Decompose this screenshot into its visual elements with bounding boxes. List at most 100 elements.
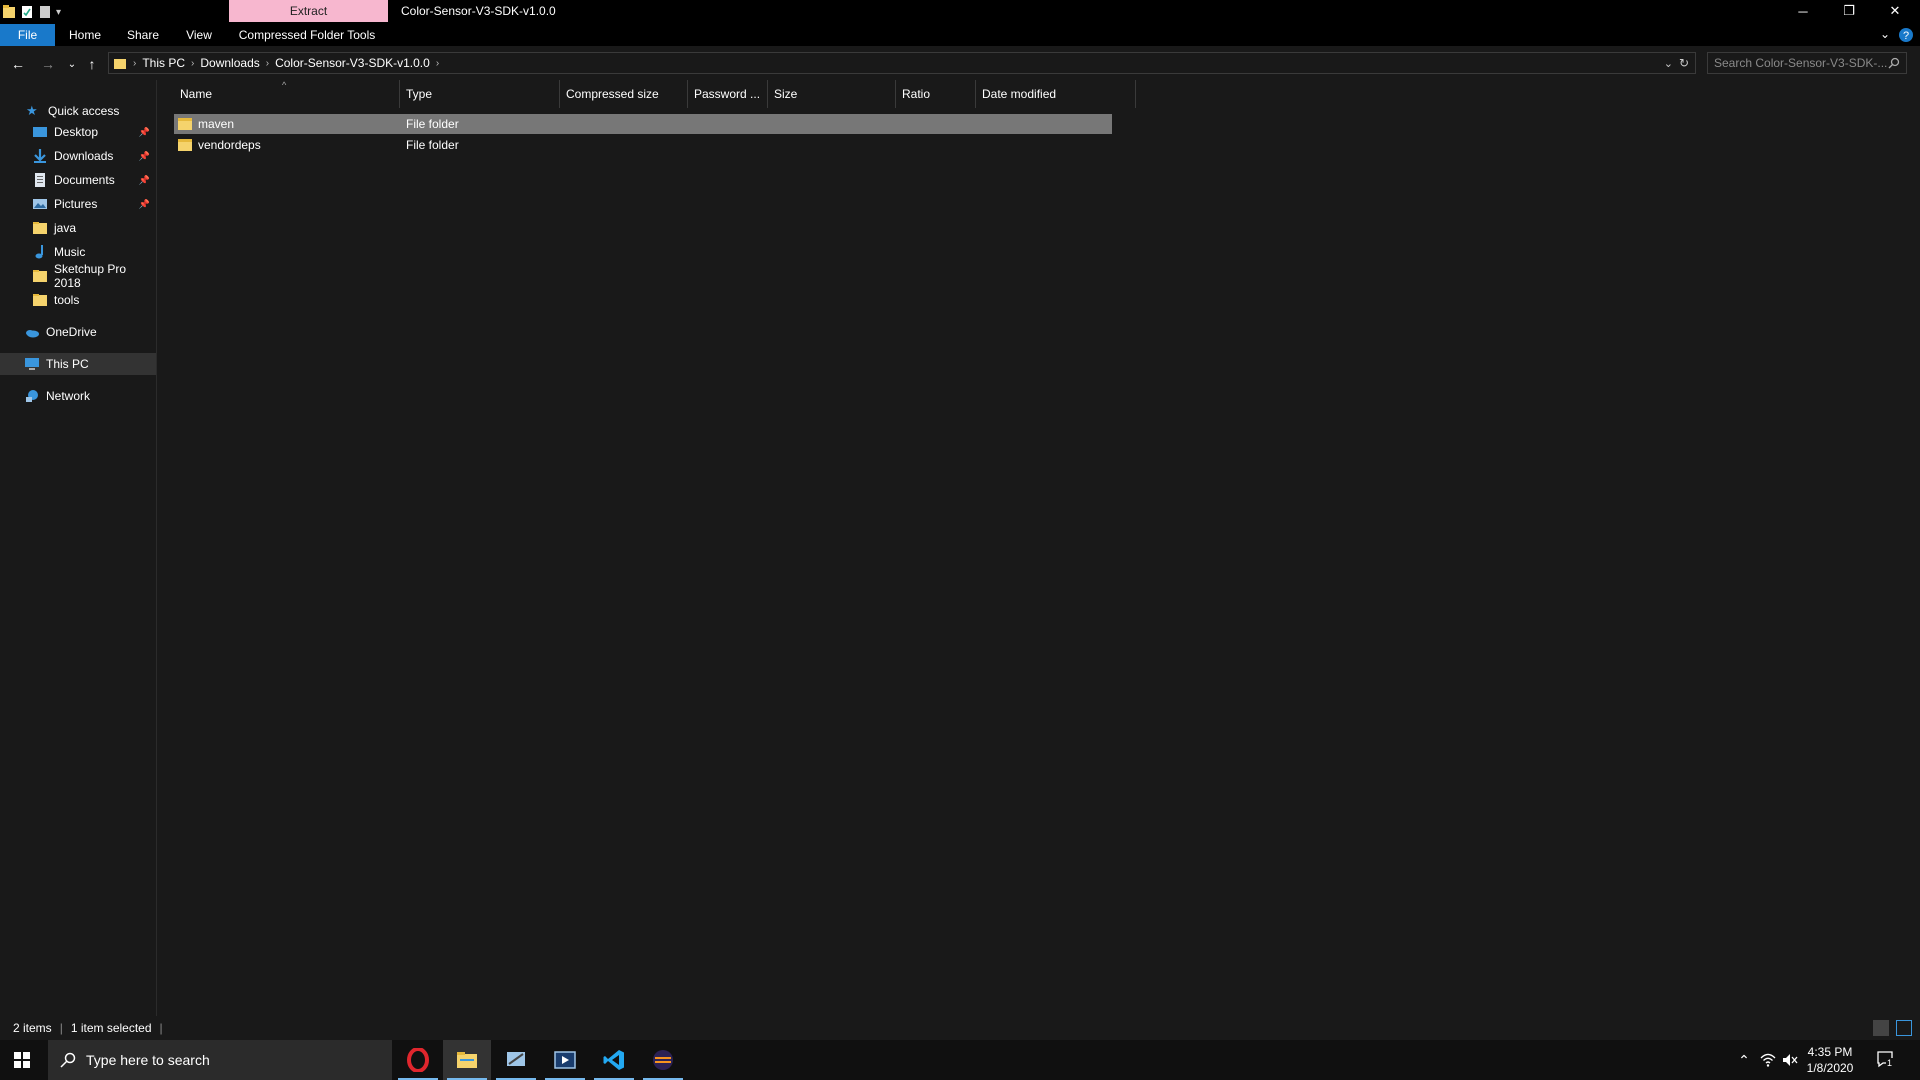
- search-icon: [60, 1052, 76, 1068]
- taskbar: Type here to search ⌃ 4:35 PM 1/8/2020 1: [0, 1040, 1920, 1080]
- sidebar-item-downloads[interactable]: Downloads 📌: [0, 145, 156, 167]
- pictures-icon: [33, 199, 47, 209]
- tab-share[interactable]: Share: [120, 24, 166, 46]
- taskbar-search-placeholder: Type here to search: [86, 1052, 210, 1068]
- column-header-name[interactable]: Name: [174, 80, 400, 108]
- item-count: 2 items: [13, 1021, 52, 1035]
- properties-icon[interactable]: [20, 4, 34, 20]
- restore-button[interactable]: ❐: [1826, 0, 1872, 22]
- breadcrumb-current-folder[interactable]: Color-Sensor-V3-SDK-v1.0.0: [269, 56, 436, 70]
- sidebar-item-pictures[interactable]: Pictures 📌: [0, 193, 156, 215]
- refresh-icon[interactable]: ↻: [1679, 56, 1689, 70]
- windows-start-icon[interactable]: [14, 1052, 30, 1068]
- sidebar-item-desktop[interactable]: Desktop 📌: [0, 121, 156, 143]
- cloud-icon: [26, 330, 39, 338]
- breadcrumb-downloads[interactable]: Downloads: [194, 56, 265, 70]
- sidebar-item-label: Sketchup Pro 2018: [53, 262, 127, 290]
- svg-text:?: ?: [1903, 30, 1909, 42]
- sidebar-item-music[interactable]: Music: [0, 241, 156, 263]
- breadcrumb-this-pc[interactable]: This PC: [136, 56, 191, 70]
- table-row[interactable]: maven File folder: [174, 114, 1112, 134]
- context-tab-extract[interactable]: Extract: [229, 0, 388, 22]
- help-icon[interactable]: ?: [1898, 27, 1914, 43]
- sidebar-item-network[interactable]: Network: [0, 385, 156, 407]
- vscode-icon[interactable]: [590, 1040, 638, 1080]
- file-name: maven: [198, 117, 235, 131]
- selected-count: 1 item selected: [70, 1021, 152, 1035]
- column-header-type[interactable]: Type: [400, 80, 560, 108]
- new-folder-icon[interactable]: [38, 4, 52, 20]
- clock[interactable]: 4:35 PM 1/8/2020: [1800, 1044, 1860, 1076]
- close-button[interactable]: ✕: [1872, 0, 1918, 22]
- clock-date: 1/8/2020: [1806, 1061, 1854, 1075]
- eclipse-icon[interactable]: [639, 1040, 687, 1080]
- navigation-pane: ★ Quick access Desktop 📌 Downloads 📌 Doc…: [0, 80, 157, 1016]
- large-icons-view-icon[interactable]: [1896, 1020, 1912, 1036]
- column-header-size[interactable]: Size: [768, 80, 896, 108]
- computer-icon: [25, 358, 39, 370]
- sidebar-item-documents[interactable]: Documents 📌: [0, 169, 156, 191]
- status-bar: 2 items | 1 item selected |: [0, 1016, 1920, 1040]
- file-type: File folder: [406, 138, 459, 152]
- file-explorer-icon[interactable]: [443, 1040, 491, 1080]
- column-header-password[interactable]: Password ...: [688, 80, 768, 108]
- sidebar-item-quick-access[interactable]: ★ Quick access: [0, 100, 156, 122]
- movies-tv-icon[interactable]: [541, 1040, 589, 1080]
- chevron-right-icon[interactable]: ›: [127, 58, 136, 69]
- column-header-ratio[interactable]: Ratio: [896, 80, 976, 108]
- clock-time: 4:35 PM: [1807, 1045, 1853, 1059]
- folder-icon: [178, 139, 192, 151]
- search-input[interactable]: Search Color-Sensor-V3-SDK-...: [1707, 52, 1907, 74]
- snipping-tool-icon[interactable]: [492, 1040, 540, 1080]
- show-hidden-icons-icon[interactable]: ⌃: [1734, 1052, 1754, 1069]
- sidebar-item-sketchup[interactable]: Sketchup Pro 2018: [0, 262, 156, 290]
- tab-file[interactable]: File: [0, 24, 55, 46]
- minimize-button[interactable]: ─: [1780, 0, 1826, 22]
- sidebar-item-label: Downloads: [54, 149, 114, 163]
- volume-muted-icon[interactable]: [1782, 1052, 1798, 1068]
- file-list: ^ Name Type Compressed size Password ...…: [158, 80, 1920, 1016]
- details-view-icon[interactable]: [1873, 1020, 1889, 1036]
- pin-icon[interactable]: 📌: [139, 175, 150, 186]
- wifi-icon[interactable]: [1760, 1052, 1776, 1068]
- network-icon: [26, 390, 38, 402]
- back-icon[interactable]: ←: [8, 54, 28, 74]
- sidebar-item-java[interactable]: java: [0, 217, 156, 239]
- pin-icon[interactable]: 📌: [139, 199, 150, 210]
- sidebar-item-label: java: [54, 221, 77, 235]
- sidebar-item-label: Desktop: [54, 125, 99, 139]
- action-center-icon[interactable]: 1: [1876, 1050, 1896, 1070]
- sidebar-item-tools[interactable]: tools: [0, 289, 156, 311]
- sidebar-item-onedrive[interactable]: OneDrive: [0, 321, 156, 343]
- forward-icon[interactable]: →: [38, 54, 58, 74]
- folder-icon: [178, 118, 192, 130]
- tab-compressed-folder-tools[interactable]: Compressed Folder Tools: [232, 24, 382, 46]
- pin-icon[interactable]: 📌: [139, 127, 150, 138]
- customize-toolbar-icon[interactable]: ▾: [56, 7, 61, 18]
- documents-icon: [35, 173, 45, 187]
- tab-view[interactable]: View: [176, 24, 222, 46]
- column-header-compressed-size[interactable]: Compressed size: [560, 80, 688, 108]
- sidebar-item-label: This PC: [46, 357, 89, 371]
- title-bar: ▾ Extract Color-Sensor-V3-SDK-v1.0.0 ─ ❐…: [0, 0, 1920, 24]
- notification-count: 1: [1886, 1058, 1894, 1068]
- table-row[interactable]: vendordeps File folder: [174, 135, 1112, 155]
- folder-icon: [33, 222, 47, 234]
- file-type: File folder: [406, 117, 459, 131]
- up-icon[interactable]: ↑: [82, 54, 102, 74]
- recent-locations-icon[interactable]: ⌄: [62, 54, 82, 74]
- tab-home[interactable]: Home: [62, 24, 108, 46]
- opera-icon[interactable]: [394, 1040, 442, 1080]
- file-name: vendordeps: [198, 138, 261, 152]
- ribbon-tabs: File Home Share View Compressed Folder T…: [0, 24, 1920, 46]
- pin-icon[interactable]: 📌: [139, 151, 150, 162]
- taskbar-search-input[interactable]: Type here to search: [48, 1040, 392, 1080]
- chevron-right-icon[interactable]: ›: [436, 58, 439, 69]
- sidebar-item-this-pc[interactable]: This PC: [0, 353, 156, 375]
- column-header-date-modified[interactable]: Date modified: [976, 80, 1136, 108]
- address-bar[interactable]: › This PC › Downloads › Color-Sensor-V3-…: [108, 52, 1696, 74]
- music-icon: [35, 245, 43, 259]
- folder-icon: [32, 270, 47, 282]
- chevron-down-icon[interactable]: ⌄: [1880, 27, 1890, 41]
- address-dropdown-icon[interactable]: ⌄: [1664, 57, 1673, 70]
